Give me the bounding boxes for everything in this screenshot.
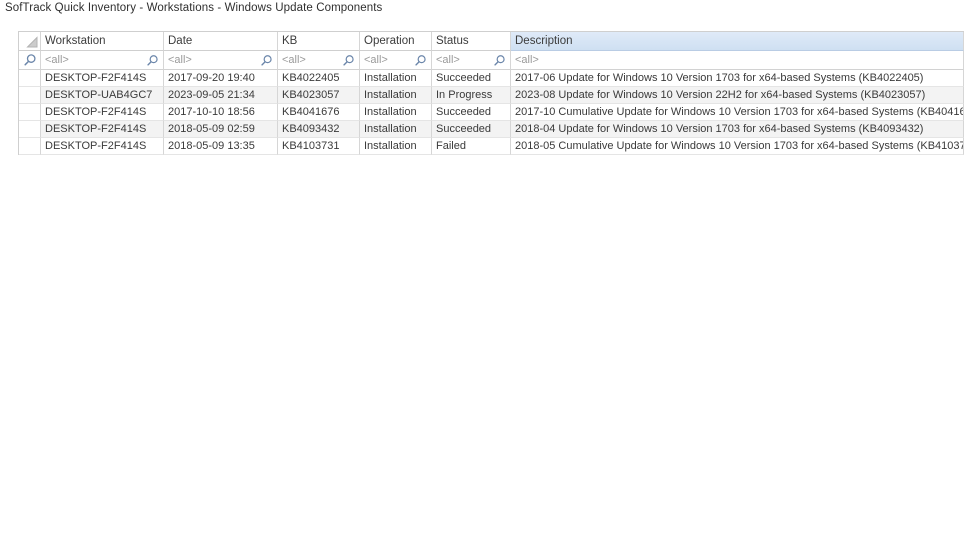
filter-row-indicator-cell[interactable]	[19, 51, 41, 70]
search-icon[interactable]	[493, 54, 506, 67]
table-row[interactable]: DESKTOP-F2F414S 2017-09-20 19:40 KB40224…	[19, 70, 964, 87]
header-row: Workstation Date KB Operation Status Des…	[19, 32, 964, 51]
table-row[interactable]: DESKTOP-F2F414S 2018-05-09 02:59 KB40934…	[19, 121, 964, 138]
column-header-description[interactable]: Description	[511, 32, 964, 51]
row-indicator-cell[interactable]	[19, 87, 41, 104]
cell-date[interactable]: 2023-09-05 21:34	[164, 87, 278, 104]
page-title: SofTrack Quick Inventory - Workstations …	[5, 2, 382, 14]
search-icon[interactable]	[260, 54, 273, 67]
filter-placeholder: <all>	[45, 54, 146, 66]
search-icon	[23, 53, 37, 67]
filter-input-date[interactable]: <all>	[164, 51, 278, 70]
column-header-kb[interactable]: KB	[278, 32, 360, 51]
table-row[interactable]: DESKTOP-UAB4GC7 2023-09-05 21:34 KB40230…	[19, 87, 964, 104]
cell-date[interactable]: 2018-05-09 02:59	[164, 121, 278, 138]
row-indicator-cell[interactable]	[19, 104, 41, 121]
cell-date[interactable]: 2018-05-09 13:35	[164, 138, 278, 155]
cell-workstation[interactable]: DESKTOP-F2F414S	[41, 70, 164, 87]
cell-status[interactable]: Succeeded	[432, 121, 511, 138]
filter-placeholder: <all>	[282, 54, 342, 66]
filter-input-workstation[interactable]: <all>	[41, 51, 164, 70]
table-row[interactable]: DESKTOP-F2F414S 2018-05-09 13:35 KB41037…	[19, 138, 964, 155]
filter-input-operation[interactable]: <all>	[360, 51, 432, 70]
row-indicator-cell[interactable]	[19, 121, 41, 138]
cell-description[interactable]: 2017-06 Update for Windows 10 Version 17…	[511, 70, 964, 87]
column-header-date[interactable]: Date	[164, 32, 278, 51]
row-indicator-cell[interactable]	[19, 70, 41, 87]
filter-placeholder: <all>	[364, 54, 414, 66]
cell-description[interactable]: 2017-10 Cumulative Update for Windows 10…	[511, 104, 964, 121]
search-icon[interactable]	[146, 54, 159, 67]
cell-status[interactable]: Succeeded	[432, 70, 511, 87]
cell-operation[interactable]: Installation	[360, 138, 432, 155]
cell-workstation[interactable]: DESKTOP-F2F414S	[41, 121, 164, 138]
filter-placeholder: <all>	[168, 54, 260, 66]
column-header-operation[interactable]: Operation	[360, 32, 432, 51]
cell-workstation[interactable]: DESKTOP-F2F414S	[41, 104, 164, 121]
cell-workstation[interactable]: DESKTOP-UAB4GC7	[41, 87, 164, 104]
cell-kb[interactable]: KB4093432	[278, 121, 360, 138]
cell-operation[interactable]: Installation	[360, 121, 432, 138]
cell-kb[interactable]: KB4023057	[278, 87, 360, 104]
cell-kb[interactable]: KB4041676	[278, 104, 360, 121]
cell-operation[interactable]: Installation	[360, 87, 432, 104]
row-indicator-cell[interactable]	[19, 138, 41, 155]
corner-select-cell[interactable]	[19, 32, 41, 51]
cell-description[interactable]: 2018-04 Update for Windows 10 Version 17…	[511, 121, 964, 138]
cell-operation[interactable]: Installation	[360, 104, 432, 121]
cell-operation[interactable]: Installation	[360, 70, 432, 87]
cell-date[interactable]: 2017-10-10 18:56	[164, 104, 278, 121]
cell-description[interactable]: 2023-08 Update for Windows 10 Version 22…	[511, 87, 964, 104]
filter-input-kb[interactable]: <all>	[278, 51, 360, 70]
cell-kb[interactable]: KB4022405	[278, 70, 360, 87]
filter-placeholder: <all>	[515, 54, 959, 66]
filter-input-description[interactable]: <all>	[511, 51, 964, 70]
inventory-grid: Workstation Date KB Operation Status Des…	[18, 31, 964, 155]
cell-workstation[interactable]: DESKTOP-F2F414S	[41, 138, 164, 155]
column-header-status[interactable]: Status	[432, 32, 511, 51]
column-header-workstation[interactable]: Workstation	[41, 32, 164, 51]
filter-placeholder: <all>	[436, 54, 493, 66]
cell-description[interactable]: 2018-05 Cumulative Update for Windows 10…	[511, 138, 964, 155]
search-icon[interactable]	[414, 54, 427, 67]
cell-kb[interactable]: KB4103731	[278, 138, 360, 155]
filter-row: <all> <all> <all> <all>	[19, 51, 964, 70]
table-row[interactable]: DESKTOP-F2F414S 2017-10-10 18:56 KB40416…	[19, 104, 964, 121]
corner-resize-icon	[26, 36, 38, 48]
cell-date[interactable]: 2017-09-20 19:40	[164, 70, 278, 87]
cell-status[interactable]: Succeeded	[432, 104, 511, 121]
search-icon[interactable]	[342, 54, 355, 67]
cell-status[interactable]: Failed	[432, 138, 511, 155]
cell-status[interactable]: In Progress	[432, 87, 511, 104]
filter-input-status[interactable]: <all>	[432, 51, 511, 70]
